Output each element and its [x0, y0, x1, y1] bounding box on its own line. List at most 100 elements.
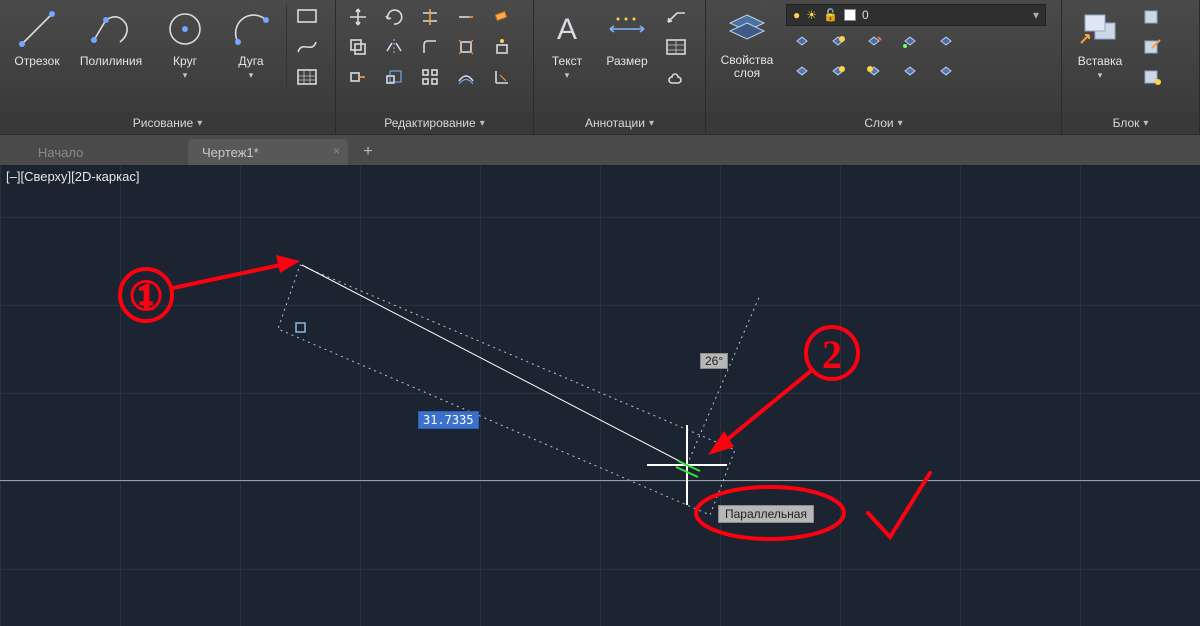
dynamic-angle-display: 26° — [700, 353, 728, 369]
layer-thaw[interactable] — [858, 60, 890, 86]
tool-explode[interactable] — [450, 34, 482, 60]
lock-icon: 🔓 — [823, 8, 838, 22]
sun-icon: ☀ — [806, 8, 817, 22]
tool-polyline[interactable]: Полилиния — [72, 4, 150, 92]
panel-block: Вставка ▾ Блок — [1062, 0, 1200, 134]
tool-arc[interactable]: Дуга ▾ — [220, 4, 282, 92]
tool-dimension-label: Размер — [606, 54, 647, 68]
tool-polyline-label: Полилиния — [80, 54, 142, 68]
text-icon: A — [544, 6, 590, 52]
layer-match[interactable] — [930, 30, 962, 56]
snap-tooltip: Параллельная — [718, 505, 814, 523]
panel-draw-title[interactable]: Рисование — [0, 112, 335, 134]
tab-home[interactable]: Начало — [24, 139, 184, 165]
tool-mirror[interactable] — [378, 34, 410, 60]
tool-line[interactable]: Отрезок — [6, 4, 68, 92]
tool-insert[interactable]: Вставка ▾ — [1068, 4, 1132, 92]
tool-line-label: Отрезок — [14, 54, 59, 68]
panel-modify: Редактирование — [336, 0, 534, 134]
tool-scale[interactable] — [378, 64, 410, 90]
tool-rectangle[interactable] — [291, 4, 323, 30]
layer-make-current[interactable] — [894, 30, 926, 56]
polyline-icon — [88, 6, 134, 52]
tab-drawing-1[interactable]: Чертеж1* × — [188, 139, 348, 165]
tool-erase[interactable] — [486, 4, 518, 30]
ribbon: Отрезок Полилиния Круг ▾ — [0, 0, 1200, 135]
chevron-down-icon: ▾ — [1033, 8, 1039, 22]
line-icon — [14, 6, 60, 52]
tool-move[interactable] — [342, 4, 374, 30]
layer-on[interactable] — [822, 60, 854, 86]
layers-icon — [724, 6, 770, 52]
chevron-down-icon: ▾ — [1098, 70, 1103, 81]
layer-lock[interactable] — [858, 30, 890, 56]
circle-icon — [162, 6, 208, 52]
chevron-down-icon: ▾ — [565, 70, 570, 81]
current-layer-name: 0 — [862, 8, 1027, 22]
tool-circle[interactable]: Круг ▾ — [154, 4, 216, 92]
drawing-tabs: Начало Чертеж1* × + — [0, 135, 1200, 165]
rubber-band-line — [302, 265, 687, 465]
annotate-extra — [660, 4, 692, 92]
tool-fillet[interactable] — [414, 34, 446, 60]
callout-1-arrowhead — [276, 255, 300, 273]
tool-create-block[interactable] — [1136, 4, 1168, 30]
chevron-down-icon: ▾ — [249, 70, 254, 81]
dimension-icon — [604, 6, 650, 52]
grip-icon — [296, 323, 305, 332]
panel-layers: Свойстваслоя ● ☀ 🔓 0 ▾ — [706, 0, 1062, 134]
tool-trim[interactable] — [414, 4, 446, 30]
tool-cloud[interactable] — [660, 64, 692, 90]
panel-modify-title[interactable]: Редактирование — [336, 112, 533, 134]
tool-stretch[interactable] — [342, 64, 374, 90]
tool-spline[interactable] — [291, 34, 323, 60]
tool-table[interactable] — [660, 34, 692, 60]
construction-rect — [278, 265, 735, 515]
tool-rotate[interactable] — [378, 4, 410, 30]
tool-edit-block[interactable] — [1136, 34, 1168, 60]
block-extra — [1136, 4, 1168, 92]
current-layer-dropdown[interactable]: ● ☀ 🔓 0 ▾ — [786, 4, 1046, 26]
drawing-canvas[interactable]: [–][Сверху][2D-каркас] ① 1 — [0, 165, 1200, 626]
panel-draw: Отрезок Полилиния Круг ▾ — [0, 0, 336, 134]
draw-extra-grid — [291, 4, 323, 92]
panel-block-title[interactable]: Блок — [1062, 112, 1199, 134]
tool-circle-label: Круг — [173, 54, 197, 68]
tab-drawing-1-label: Чертеж1* — [202, 145, 259, 160]
tool-align[interactable] — [486, 64, 518, 90]
panel-annotate: A Текст ▾ Размер Аннотации — [534, 0, 706, 134]
callout-1-arrow-line — [173, 263, 290, 288]
chevron-down-icon: ▾ — [183, 70, 188, 81]
tool-arc-label: Дуга — [238, 54, 263, 68]
dynamic-length-input[interactable]: 31.7335 — [418, 411, 479, 429]
tool-attr-block[interactable] — [1136, 64, 1168, 90]
bulb-icon: ● — [793, 8, 800, 22]
tool-copy[interactable] — [342, 34, 374, 60]
tab-new[interactable]: + — [352, 139, 384, 165]
tool-extend[interactable] — [450, 4, 482, 30]
panel-annotate-title[interactable]: Аннотации — [534, 112, 705, 134]
modify-grid — [342, 4, 518, 92]
tool-text[interactable]: A Текст ▾ — [540, 4, 594, 92]
close-icon[interactable]: × — [333, 144, 340, 158]
layer-tools-grid — [786, 30, 1046, 88]
tool-layer-properties-label: Свойстваслоя — [721, 54, 774, 80]
tool-offset[interactable] — [450, 64, 482, 90]
tool-array[interactable] — [414, 64, 446, 90]
layer-unlock[interactable] — [894, 60, 926, 86]
tool-insert-label: Вставка — [1078, 54, 1123, 68]
layer-walk[interactable] — [930, 60, 962, 86]
tool-offset-pick[interactable] — [486, 34, 518, 60]
tool-layer-properties[interactable]: Свойстваслоя — [712, 4, 782, 92]
tool-leader[interactable] — [660, 4, 692, 30]
insert-block-icon — [1077, 6, 1123, 52]
tool-dimension[interactable]: Размер — [598, 4, 656, 92]
layer-iso[interactable] — [786, 60, 818, 86]
callout-1-number: 1 — [136, 274, 156, 319]
svg-text:A: A — [557, 13, 577, 46]
layer-off[interactable] — [786, 30, 818, 56]
layer-freeze[interactable] — [822, 30, 854, 56]
tool-hatch[interactable] — [291, 64, 323, 90]
tool-text-label: Текст — [552, 54, 582, 68]
panel-layers-title[interactable]: Слои — [706, 112, 1061, 134]
